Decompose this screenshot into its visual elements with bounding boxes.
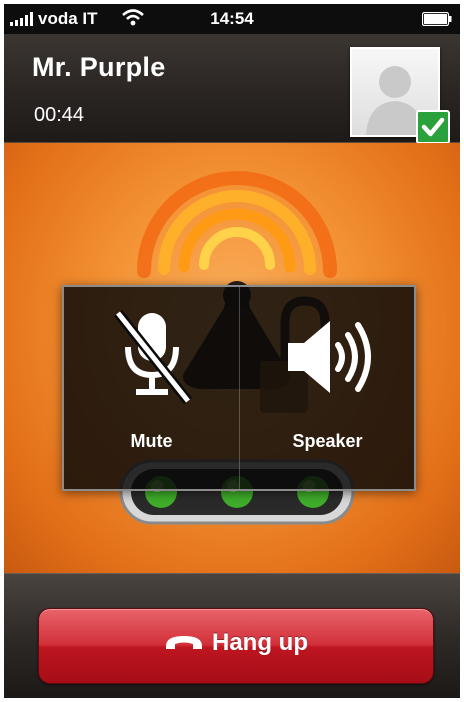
status-bar: voda IT 14:54 <box>4 4 460 34</box>
caller-name: Mr. Purple <box>32 52 166 82</box>
audio-controls-panel: Mute Speaker <box>62 285 416 491</box>
phone-screen: voda IT 14:54 Mr. Purple 00:44 Mute Spea… <box>4 4 460 698</box>
hang-up-content: Hang up <box>39 629 433 657</box>
call-duration: 00:44 <box>34 104 85 126</box>
hang-up-button[interactable]: Hang up <box>38 608 434 684</box>
verified-check-icon <box>416 110 450 144</box>
mute-label: Mute <box>130 431 173 451</box>
bottom-bar: Hang up <box>4 573 460 698</box>
speaker-icon <box>240 307 415 411</box>
phone-hangup-icon <box>166 635 202 649</box>
speaker-button[interactable]: Speaker <box>240 287 415 489</box>
caller-header: Mr. Purple 00:44 <box>4 34 460 144</box>
call-stage: Mute Speaker <box>4 143 460 573</box>
speaker-label: Speaker <box>292 431 363 451</box>
mute-microphone-icon <box>64 307 239 411</box>
status-time: 14:54 <box>210 9 254 28</box>
battery-icon <box>422 12 452 26</box>
mute-button[interactable]: Mute <box>64 287 239 489</box>
hang-up-label: Hang up <box>212 629 308 656</box>
